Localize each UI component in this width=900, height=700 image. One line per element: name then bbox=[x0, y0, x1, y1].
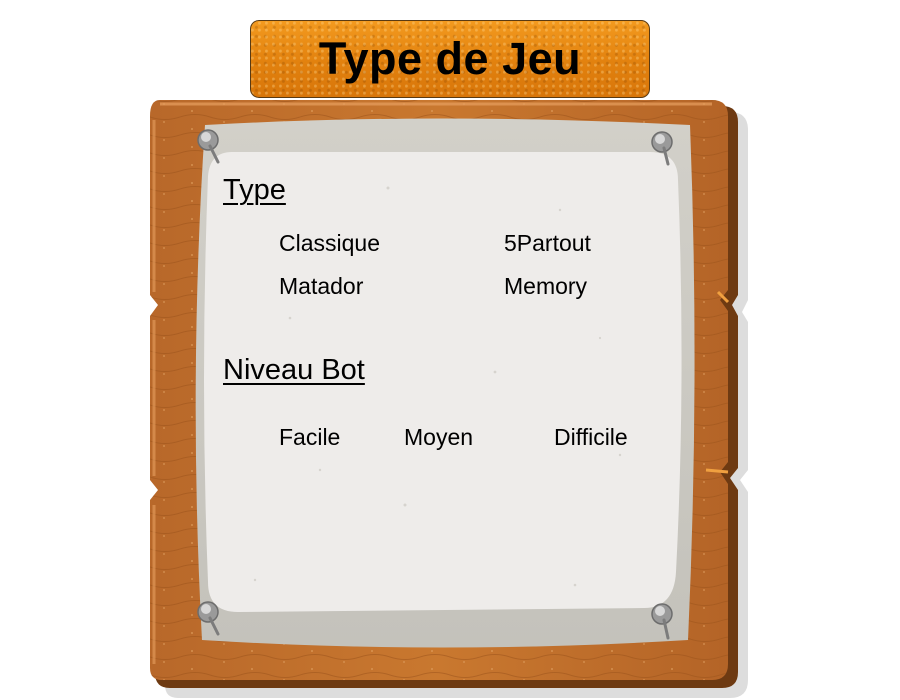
type-option-memory[interactable]: Memory bbox=[504, 273, 587, 300]
type-option-classique[interactable]: Classique bbox=[279, 230, 380, 257]
page-title: Type de Jeu bbox=[318, 33, 582, 84]
type-option-5partout[interactable]: 5Partout bbox=[504, 230, 591, 257]
bot-option-facile[interactable]: Facile bbox=[279, 424, 340, 451]
type-option-matador[interactable]: Matador bbox=[279, 273, 363, 300]
bot-option-difficile[interactable]: Difficile bbox=[554, 424, 628, 451]
wooden-board bbox=[150, 100, 748, 698]
bot-level-heading: Niveau Bot bbox=[223, 354, 365, 386]
title-banner: Type de Jeu bbox=[250, 20, 650, 98]
game-mode-screen: Type de Jeu Type Classique 5Partout Mata… bbox=[0, 0, 900, 700]
bot-option-moyen[interactable]: Moyen bbox=[404, 424, 473, 451]
type-heading: Type bbox=[223, 174, 286, 206]
